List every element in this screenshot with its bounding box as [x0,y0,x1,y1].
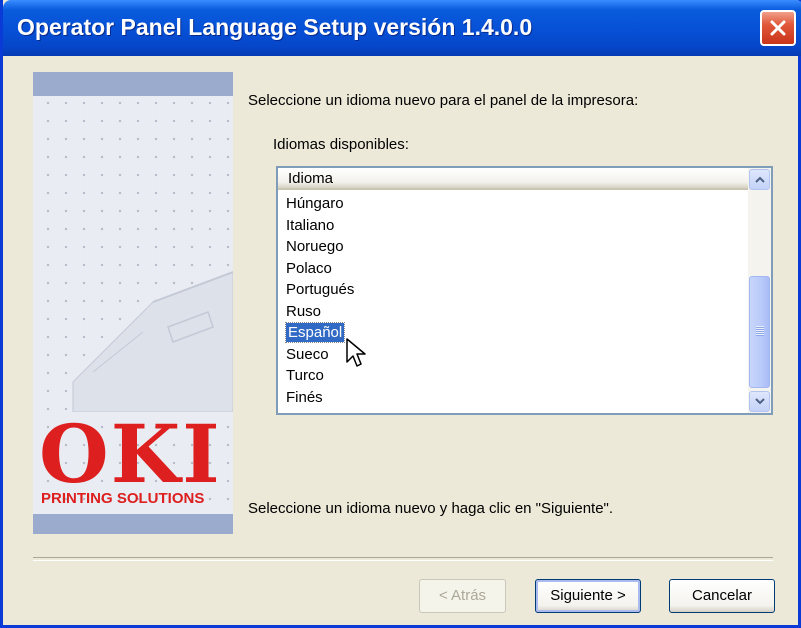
cancel-button[interactable]: Cancelar [669,579,775,613]
divider [33,557,773,561]
list-item[interactable]: Húngaro [278,193,748,215]
instruction-text: Seleccione un idioma nuevo para el panel… [248,92,639,109]
back-button[interactable]: < Atrás [419,579,506,613]
chevron-up-icon [755,176,765,183]
dialog-window: Operator Panel Language Setup versión 1.… [0,0,801,628]
list-item[interactable]: Portugués [278,279,748,301]
close-button[interactable] [760,10,796,46]
chevron-down-icon [755,398,765,405]
banner-top-stripe [33,72,233,96]
column-header-label: Idioma [288,170,334,187]
column-header-idioma[interactable]: Idioma [278,168,748,190]
list-item[interactable]: Italiano [278,215,748,237]
oki-logo: OKI [39,407,222,501]
close-icon [770,20,786,36]
list-item[interactable]: Finés [278,387,748,409]
brand-tagline: PRINTING SOLUTIONS [41,490,205,507]
side-banner: OKI PRINTING SOLUTIONS [33,72,233,534]
list-item[interactable]: Ruso [278,301,748,323]
next-button[interactable]: Siguiente > [535,579,641,613]
list-item[interactable]: Noruego [278,236,748,258]
window-title: Operator Panel Language Setup versión 1.… [17,14,533,40]
list-item[interactable]: Polaco [278,258,748,280]
banner-bottom-stripe [33,514,233,534]
scroll-thumb[interactable] [749,276,770,388]
list-label: Idiomas disponibles: [273,136,409,153]
language-listbox[interactable]: Idioma Húngaro Italiano Noruego Polaco P… [276,166,773,415]
title-bar[interactable]: Operator Panel Language Setup versión 1.… [3,0,801,56]
footer-hint: Seleccione un idioma nuevo y haga clic e… [248,500,614,517]
scroll-up-button[interactable] [749,169,770,190]
scroll-grip-icon [756,326,764,336]
vertical-scrollbar[interactable] [748,168,771,413]
mouse-cursor-icon [346,338,366,367]
printer-illustration [72,271,233,412]
language-list: Húngaro Italiano Noruego Polaco Portugué… [278,193,748,408]
scroll-down-button[interactable] [749,391,770,412]
